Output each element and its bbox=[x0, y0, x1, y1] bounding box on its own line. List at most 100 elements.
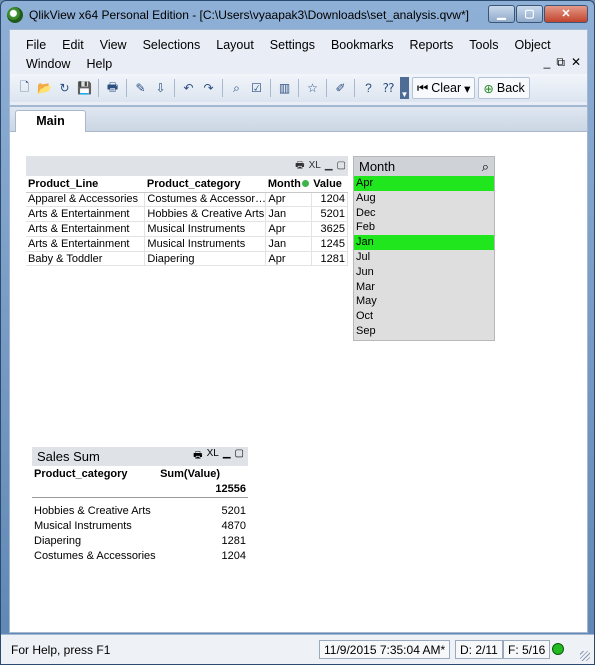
col-header-month[interactable]: Month bbox=[265, 176, 312, 193]
back-button[interactable]: ⊕ Back bbox=[478, 77, 530, 99]
cell-product-category[interactable]: Costumes & Accessories bbox=[32, 548, 158, 563]
search-icon[interactable]: ⌕ bbox=[228, 80, 245, 97]
listbox-item-oct[interactable]: Oct bbox=[354, 309, 494, 324]
menu-file[interactable]: File bbox=[18, 37, 54, 53]
col-header-sum-value[interactable]: Sum(Value) bbox=[158, 466, 248, 482]
cell-product-line[interactable]: Arts & Entertainment bbox=[26, 206, 146, 223]
table-row[interactable]: Arts & Entertainment Musical Instruments A… bbox=[26, 221, 349, 237]
product-table-box[interactable]: 🖶 XL ▁ ▢ Product_Line Product_category M… bbox=[26, 156, 349, 267]
menu-object[interactable]: Object bbox=[506, 37, 558, 53]
cell-product-line[interactable]: Baby & Toddler bbox=[26, 251, 146, 267]
doc-close-button[interactable]: ✕ bbox=[571, 55, 581, 70]
menu-bookmarks[interactable]: Bookmarks bbox=[323, 37, 402, 53]
menu-edit[interactable]: Edit bbox=[54, 37, 92, 53]
cell-product-category[interactable]: Musical Instruments bbox=[144, 221, 267, 237]
table-row[interactable]: Musical Instruments 4870 bbox=[32, 518, 248, 533]
menu-help[interactable]: Help bbox=[78, 56, 120, 72]
undo-icon[interactable]: ↶ bbox=[180, 80, 197, 97]
save-icon[interactable]: 💾 bbox=[76, 80, 93, 97]
listbox-item-mar[interactable]: Mar bbox=[354, 280, 494, 295]
reload-data-icon[interactable]: ⇩ bbox=[152, 80, 169, 97]
xl-icon[interactable]: XL bbox=[309, 161, 321, 171]
cell-sum-value[interactable]: 5201 bbox=[158, 503, 248, 518]
print-icon[interactable]: 🖶 bbox=[193, 448, 202, 465]
new-icon[interactable]: 🗋 bbox=[16, 80, 33, 97]
minimize-icon[interactable]: ▁ bbox=[223, 448, 231, 465]
menu-window[interactable]: Window bbox=[18, 56, 78, 72]
doc-minimize-button[interactable]: _ bbox=[544, 55, 551, 70]
cell-month[interactable]: Jan bbox=[265, 206, 312, 223]
table-row[interactable]: Hobbies & Creative Arts 5201 bbox=[32, 503, 248, 518]
cell-month[interactable]: Apr bbox=[265, 251, 312, 267]
menu-settings[interactable]: Settings bbox=[262, 37, 323, 53]
table-row[interactable]: Apparel & Accessories Costumes & Accessor… bbox=[26, 192, 349, 208]
cell-product-category[interactable]: Hobbies & Creative Arts bbox=[32, 503, 158, 518]
cell-month[interactable]: Apr bbox=[265, 192, 312, 208]
maximize-button[interactable]: ▢ bbox=[516, 5, 543, 23]
maximize-icon[interactable]: ▢ bbox=[337, 161, 346, 171]
print-icon[interactable]: 🖶 bbox=[295, 161, 304, 171]
listbox-item-dec[interactable]: Dec bbox=[354, 206, 494, 221]
maximize-icon[interactable]: ▢ bbox=[235, 448, 244, 465]
whats-this-icon[interactable]: ⁇ bbox=[380, 80, 397, 97]
bookmark-icon[interactable]: ☆ bbox=[304, 80, 321, 97]
listbox-item-may[interactable]: May bbox=[354, 294, 494, 309]
clear-button[interactable]: ⏮ Clear ▾ bbox=[412, 77, 476, 99]
xl-icon[interactable]: XL bbox=[207, 448, 219, 465]
redo-icon[interactable]: ↷ bbox=[200, 80, 217, 97]
table-row[interactable]: Arts & Entertainment Musical Instruments J… bbox=[26, 236, 349, 252]
listbox-item-jun[interactable]: Jun bbox=[354, 265, 494, 280]
reload-icon[interactable]: ↻ bbox=[56, 80, 73, 97]
selections-icon[interactable]: ☑ bbox=[248, 80, 265, 97]
toolbar-overflow-button[interactable]: ▼ bbox=[400, 77, 409, 99]
table-row[interactable]: Diapering 1281 bbox=[32, 533, 248, 548]
cell-product-category[interactable]: Diapering bbox=[144, 251, 267, 267]
listbox-item-feb[interactable]: Feb bbox=[354, 220, 494, 235]
col-header-value[interactable]: Value bbox=[311, 176, 348, 193]
tab-main[interactable]: Main bbox=[15, 110, 86, 133]
table-row[interactable]: Arts & Entertainment Hobbies & Creative A… bbox=[26, 206, 349, 223]
menu-reports[interactable]: Reports bbox=[402, 37, 462, 53]
cell-value[interactable]: 1281 bbox=[311, 251, 349, 267]
listbox-item-jan[interactable]: Jan bbox=[354, 235, 494, 250]
table-row[interactable]: Costumes & Accessories 1204 bbox=[32, 548, 248, 563]
menu-layout[interactable]: Layout bbox=[208, 37, 262, 53]
minimize-button[interactable]: ▁ bbox=[488, 5, 515, 23]
properties-icon[interactable]: ✐ bbox=[332, 80, 349, 97]
listbox-item-jul[interactable]: Jul bbox=[354, 250, 494, 265]
cell-value[interactable]: 5201 bbox=[311, 206, 349, 223]
cell-month[interactable]: Jan bbox=[265, 236, 312, 252]
cell-sum-value[interactable]: 1281 bbox=[158, 533, 248, 548]
cell-product-line[interactable]: Arts & Entertainment bbox=[26, 221, 146, 237]
col-header-product-line[interactable]: Product_Line bbox=[26, 176, 145, 193]
month-listbox[interactable]: Month ⌕ Apr Aug Dec Feb Jan Jul Jun Mar May Oct Se… bbox=[353, 156, 495, 341]
print-icon[interactable]: 🖶 bbox=[104, 80, 121, 97]
cell-product-category[interactable]: Musical Instruments bbox=[32, 518, 158, 533]
close-button[interactable]: ✕ bbox=[544, 5, 588, 23]
table-row[interactable]: Baby & Toddler Diapering Apr 1281 bbox=[26, 251, 349, 267]
help-icon[interactable]: ? bbox=[360, 80, 377, 97]
chart-icon[interactable]: ▥ bbox=[276, 80, 293, 97]
cell-value[interactable]: 1245 bbox=[311, 236, 349, 252]
cell-value[interactable]: 1204 bbox=[311, 192, 349, 208]
minimize-icon[interactable]: ▁ bbox=[325, 161, 333, 171]
open-icon[interactable]: 📂 bbox=[36, 80, 53, 97]
cell-product-category[interactable]: Diapering bbox=[32, 533, 158, 548]
col-header-product-category[interactable]: Product_category bbox=[144, 176, 266, 193]
menu-selections[interactable]: Selections bbox=[135, 37, 209, 53]
cell-product-category[interactable]: Musical Instruments bbox=[144, 236, 267, 252]
clear-dropdown-icon[interactable]: ▾ bbox=[464, 81, 470, 96]
cell-month[interactable]: Apr bbox=[265, 221, 312, 237]
cell-product-category[interactable]: Costumes & Accessor… bbox=[144, 192, 267, 208]
listbox-item-apr[interactable]: Apr bbox=[354, 176, 494, 191]
col-header-product-category[interactable]: Product_category bbox=[32, 466, 158, 482]
cell-product-line[interactable]: Apparel & Accessories bbox=[26, 192, 146, 208]
edit-script-icon[interactable]: ✎ bbox=[132, 80, 149, 97]
search-icon[interactable]: ⌕ bbox=[482, 159, 489, 175]
menu-view[interactable]: View bbox=[92, 37, 135, 53]
cell-product-line[interactable]: Arts & Entertainment bbox=[26, 236, 146, 252]
listbox-item-sep[interactable]: Sep bbox=[354, 324, 494, 339]
cell-value[interactable]: 3625 bbox=[311, 221, 349, 237]
sales-sum-box[interactable]: Sales Sum 🖶 XL ▁ ▢ Product_category Sum(… bbox=[32, 447, 248, 563]
cell-sum-value[interactable]: 4870 bbox=[158, 518, 248, 533]
